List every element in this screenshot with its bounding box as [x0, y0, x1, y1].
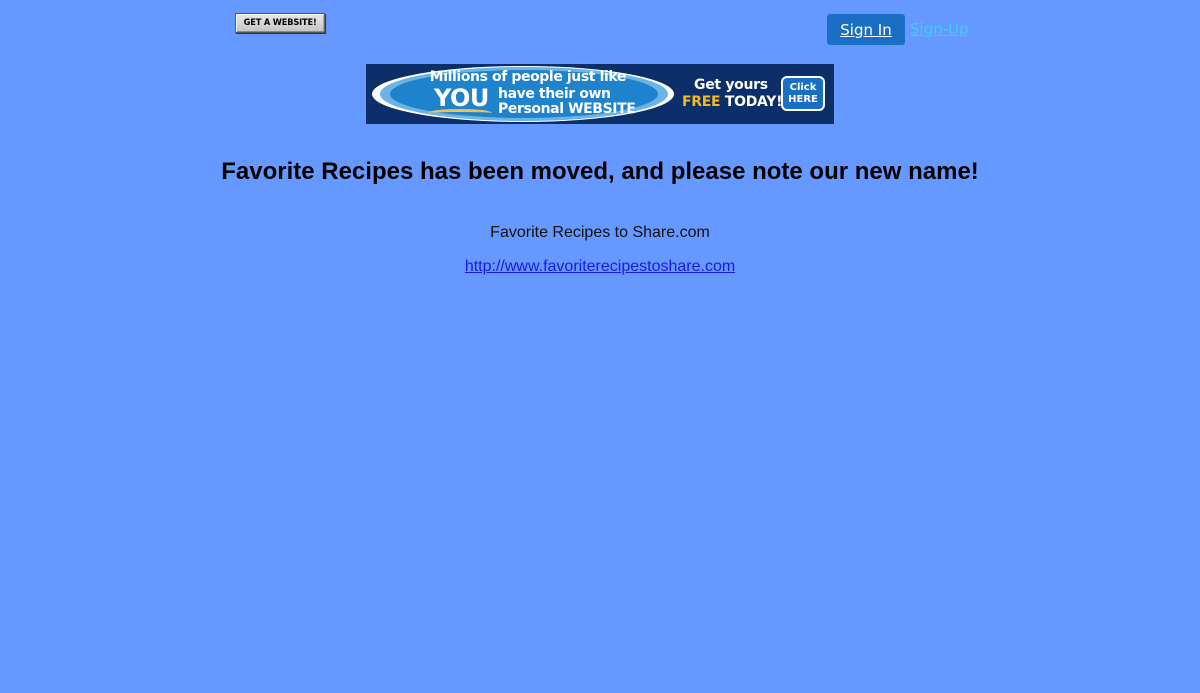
- banner-free-today: FREE TODAY!: [682, 94, 782, 110]
- new-site-url-link[interactable]: http://www.favoriterecipestoshare.com: [465, 258, 735, 275]
- banner-text-line1: Millions of people just like: [429, 69, 627, 85]
- banner-here-label: HERE: [788, 93, 818, 105]
- website-ad-banner[interactable]: Millions of people just like YOU have th…: [366, 64, 834, 124]
- new-site-name: Favorite Recipes to Share.com: [490, 224, 710, 241]
- banner-click-label: Click: [789, 81, 817, 93]
- page-heading: Favorite Recipes has been moved, and ple…: [221, 158, 979, 185]
- banner-today: TODAY!: [724, 94, 783, 110]
- sign-up-link[interactable]: Sign-Up: [910, 20, 969, 38]
- banner-free: FREE: [682, 94, 721, 110]
- banner-click-here-button[interactable]: Click HERE: [781, 76, 825, 111]
- banner-text-line2: have their own: [498, 86, 611, 102]
- sign-in-button[interactable]: Sign In: [827, 14, 905, 45]
- banner-get-yours: Get yours: [694, 77, 768, 93]
- get-website-button[interactable]: GET A WEBSITE!: [235, 13, 326, 33]
- new-site-link-container: http://www.favoriterecipestoshare.com: [0, 258, 1200, 276]
- banner-text-line3: Personal WEBSITE: [498, 101, 636, 117]
- banner-text-you: YOU: [434, 84, 489, 112]
- banner-swoosh: [428, 109, 492, 117]
